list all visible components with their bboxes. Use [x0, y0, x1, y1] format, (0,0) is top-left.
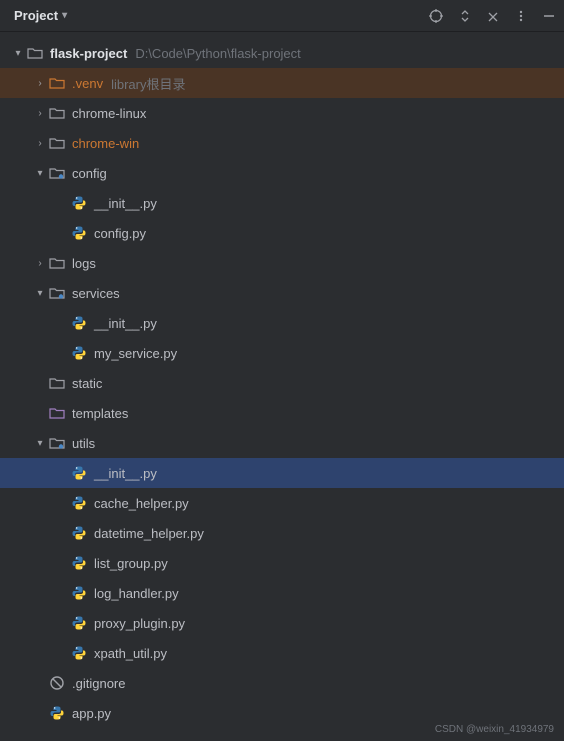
python-icon [70, 585, 88, 601]
python-icon [48, 705, 66, 721]
tree-item[interactable]: › logs [0, 248, 564, 278]
chevron-right-icon[interactable]: › [32, 78, 48, 89]
chevron-right-icon[interactable]: › [32, 108, 48, 119]
project-view-selector[interactable]: Project ▾ [8, 6, 73, 25]
tree-item[interactable]: __init__.py [0, 458, 564, 488]
python-icon [70, 195, 88, 211]
python-icon [70, 345, 88, 361]
tree-item-label: proxy_plugin.py [94, 616, 185, 631]
python-icon [70, 315, 88, 331]
python-icon [70, 645, 88, 661]
tree-item-label: chrome-win [72, 136, 139, 151]
tree-item[interactable]: config.py [0, 218, 564, 248]
tree-item[interactable]: list_group.py [0, 548, 564, 578]
folder-icon [48, 256, 66, 270]
tree-item[interactable]: › chrome-linux [0, 98, 564, 128]
tree-item-label: __init__.py [94, 316, 157, 331]
tree-item-label: __init__.py [94, 466, 157, 481]
tree-item-label: xpath_util.py [94, 646, 167, 661]
tree-item[interactable]: templates [0, 398, 564, 428]
project-tree: ▾ flask-project D:\Code\Python\flask-pro… [0, 32, 564, 728]
tree-item-label: templates [72, 406, 128, 421]
tree-item-label: config.py [94, 226, 146, 241]
minimize-icon[interactable] [542, 9, 556, 23]
tree-item[interactable]: ▾ utils [0, 428, 564, 458]
folder-src-icon [48, 436, 66, 450]
tree-item[interactable]: ▾ config [0, 158, 564, 188]
tree-item-label: cache_helper.py [94, 496, 189, 511]
chevron-down-icon[interactable]: ▾ [32, 438, 48, 449]
tree-item-label: static [72, 376, 102, 391]
tree-item[interactable]: › chrome-win [0, 128, 564, 158]
tree-item[interactable]: datetime_helper.py [0, 518, 564, 548]
tree-item[interactable]: ▾ services [0, 278, 564, 308]
tree-item-hint: library根目录 [111, 74, 185, 93]
tree-item[interactable]: proxy_plugin.py [0, 608, 564, 638]
tree-item[interactable]: › .venv library根目录 [0, 68, 564, 98]
folder-src-icon [48, 166, 66, 180]
folder-src-icon [48, 286, 66, 300]
header-title-label: Project [14, 8, 58, 23]
gitignore-icon [48, 675, 66, 691]
tree-root-label: flask-project [50, 46, 127, 61]
chevron-down-icon[interactable]: ▾ [10, 48, 26, 59]
tree-item-label: .venv [72, 76, 103, 91]
tree-item-label: my_service.py [94, 346, 177, 361]
tree-item[interactable]: __init__.py [0, 188, 564, 218]
tree-item[interactable]: __init__.py [0, 308, 564, 338]
locate-icon[interactable] [428, 8, 444, 24]
tree-item-label: services [72, 286, 120, 301]
tree-item[interactable]: log_handler.py [0, 578, 564, 608]
tree-item-label: chrome-linux [72, 106, 146, 121]
python-icon [70, 555, 88, 571]
folder-orange-icon [48, 76, 66, 90]
tree-item-label: utils [72, 436, 95, 451]
folder-icon [48, 136, 66, 150]
project-panel-header: Project ▾ [0, 0, 564, 32]
tree-item-label: __init__.py [94, 196, 157, 211]
tree-item-label: log_handler.py [94, 586, 179, 601]
chevron-down-icon[interactable]: ▾ [32, 168, 48, 179]
tree-item-label: config [72, 166, 107, 181]
more-options-icon[interactable] [514, 9, 528, 23]
python-icon [70, 615, 88, 631]
folder-icon [26, 46, 44, 60]
folder-templates-icon [48, 406, 66, 420]
chevron-right-icon[interactable]: › [32, 258, 48, 269]
watermark: CSDN @weixin_41934979 [435, 724, 554, 735]
tree-item[interactable]: static [0, 368, 564, 398]
tree-root[interactable]: ▾ flask-project D:\Code\Python\flask-pro… [0, 38, 564, 68]
chevron-down-icon[interactable]: ▾ [32, 288, 48, 299]
tree-item-label: app.py [72, 706, 111, 721]
collapse-all-icon[interactable] [486, 9, 500, 23]
python-icon [70, 495, 88, 511]
folder-icon [48, 376, 66, 390]
expand-collapse-icon[interactable] [458, 9, 472, 23]
tree-item-label: datetime_helper.py [94, 526, 204, 541]
tree-item[interactable]: xpath_util.py [0, 638, 564, 668]
python-icon [70, 225, 88, 241]
tree-root-path: D:\Code\Python\flask-project [135, 46, 300, 61]
tree-item[interactable]: .gitignore [0, 668, 564, 698]
python-icon [70, 465, 88, 481]
tree-item[interactable]: cache_helper.py [0, 488, 564, 518]
tree-item-label: logs [72, 256, 96, 271]
chevron-down-icon: ▾ [62, 10, 67, 21]
tree-item-label: list_group.py [94, 556, 168, 571]
tree-item[interactable]: my_service.py [0, 338, 564, 368]
tree-item-label: .gitignore [72, 676, 125, 691]
python-icon [70, 525, 88, 541]
folder-icon [48, 106, 66, 120]
chevron-right-icon[interactable]: › [32, 138, 48, 149]
